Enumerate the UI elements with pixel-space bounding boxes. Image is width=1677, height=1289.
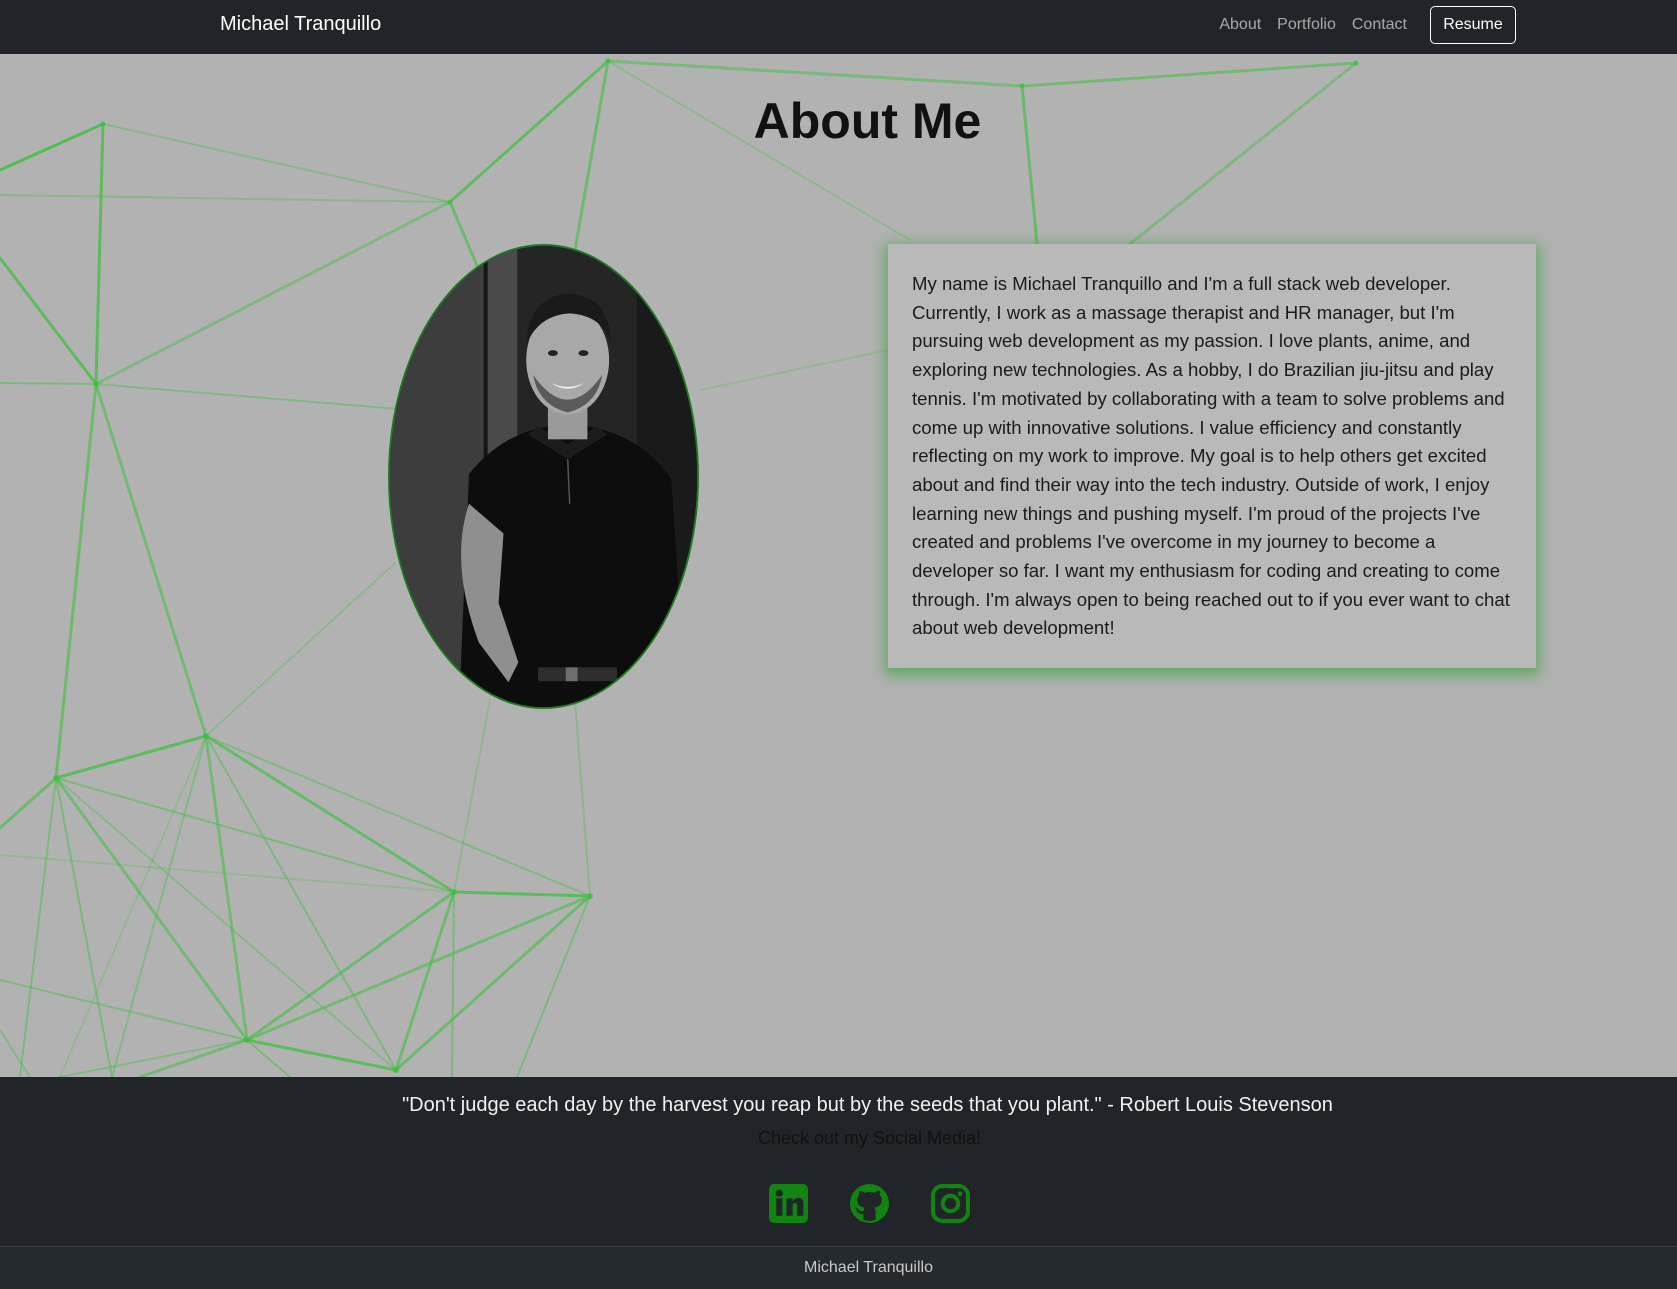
about-card: My name is Michael Tranquillo and I'm a …: [888, 244, 1536, 668]
instagram-icon[interactable]: [930, 1183, 971, 1224]
navbar: Michael Tranquillo About Portfolio Conta…: [0, 0, 1677, 54]
nav-link-about[interactable]: About: [1219, 16, 1261, 34]
resume-button[interactable]: Resume: [1430, 6, 1516, 44]
brand-link[interactable]: Michael Tranquillo: [220, 13, 381, 36]
nav-link-portfolio[interactable]: Portfolio: [1277, 16, 1336, 34]
footer-quote: "Don't judge each day by the harvest you…: [402, 1094, 1333, 1116]
github-icon[interactable]: [849, 1183, 890, 1224]
linkedin-icon[interactable]: [768, 1183, 809, 1224]
social-links: [768, 1183, 971, 1227]
copyright-text: Michael Tranquillo: [804, 1259, 933, 1276]
nav-links: About Portfolio Contact: [1219, 0, 1407, 50]
profile-photo: [388, 244, 699, 709]
footer: "Don't judge each day by the harvest you…: [0, 1077, 1677, 1289]
bio-text: My name is Michael Tranquillo and I'm a …: [912, 273, 1510, 639]
social-heading: Check out my Social Media!: [757, 1128, 982, 1148]
nav-link-contact[interactable]: Contact: [1352, 16, 1407, 34]
copyright-bar: Michael Tranquillo: [0, 1246, 1677, 1289]
page-title: About Me: [753, 93, 982, 149]
